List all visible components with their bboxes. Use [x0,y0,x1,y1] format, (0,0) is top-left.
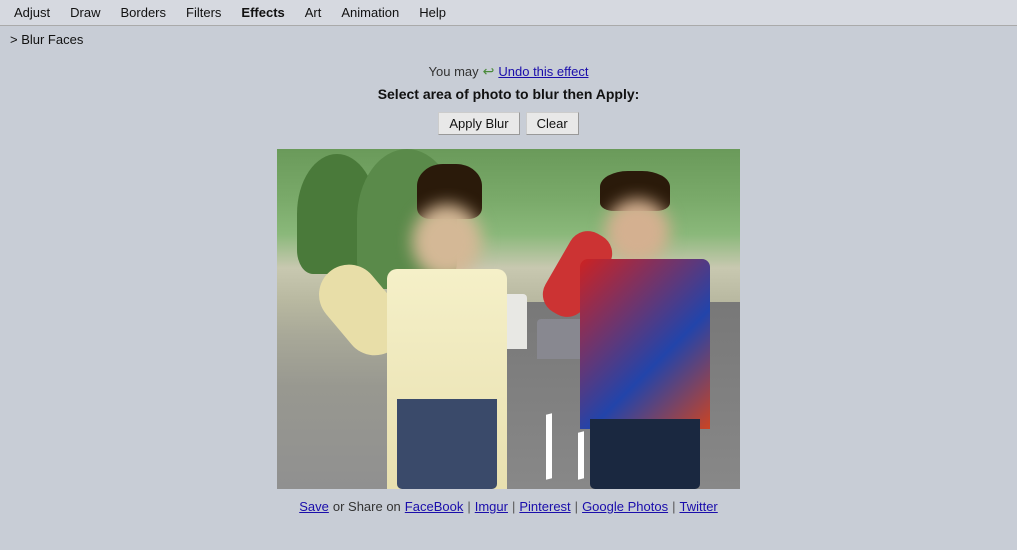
sep-3: | [575,499,578,514]
undo-prefix: You may [429,64,479,79]
main-content: You may ↩ Undo this effect Select area o… [0,53,1017,514]
menu-borders[interactable]: Borders [110,2,176,23]
apply-blur-button[interactable]: Apply Blur [438,112,519,135]
person1-blurred-face [412,204,482,279]
sep-1: | [467,499,470,514]
menu-adjust[interactable]: Adjust [4,2,60,23]
button-bar: Apply Blur Clear [438,112,578,135]
person2-jeans [590,419,700,489]
person2-body [580,259,710,429]
clear-button[interactable]: Clear [526,112,579,135]
imgur-link[interactable]: Imgur [475,499,508,514]
sep-2: | [512,499,515,514]
pinterest-link[interactable]: Pinterest [519,499,570,514]
menu-animation[interactable]: Animation [331,2,409,23]
photo-canvas[interactable] [277,149,740,489]
menu-help[interactable]: Help [409,2,456,23]
instruction-text: Select area of photo to blur then Apply: [378,86,640,102]
menu-effects[interactable]: Effects [231,2,294,23]
person1-jeans [397,399,497,489]
person-2 [570,199,730,489]
photo-background [277,149,740,489]
undo-icon: ↩ [483,63,495,80]
person2-blurred-face [605,199,670,264]
undo-line: You may ↩ Undo this effect [429,63,589,80]
save-link[interactable]: Save [299,499,329,514]
sep-4: | [672,499,675,514]
share-prefix: or Share on [333,499,401,514]
twitter-link[interactable]: Twitter [679,499,717,514]
google-photos-link[interactable]: Google Photos [582,499,668,514]
share-bar: Save or Share on FaceBook | Imgur | Pint… [299,499,718,514]
undo-link[interactable]: Undo this effect [498,64,588,79]
menu-bar: Adjust Draw Borders Filters Effects Art … [0,0,1017,26]
menu-draw[interactable]: Draw [60,2,110,23]
breadcrumb: > Blur Faces [0,26,1017,53]
menu-art[interactable]: Art [295,2,332,23]
person-1 [357,169,557,489]
menu-filters[interactable]: Filters [176,2,231,23]
facebook-link[interactable]: FaceBook [405,499,464,514]
